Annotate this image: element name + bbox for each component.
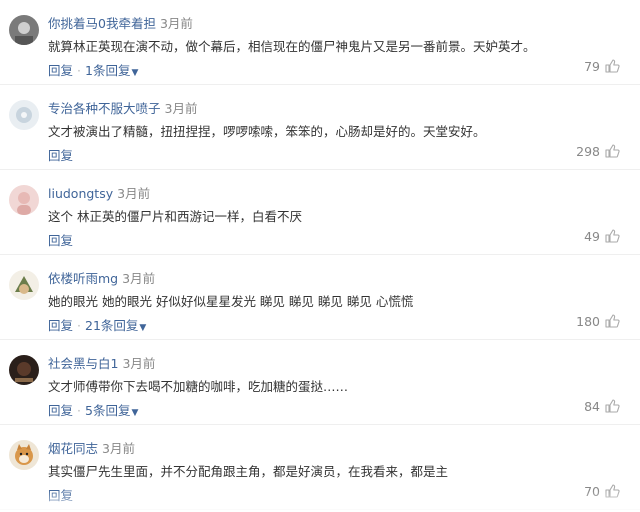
thumbs-up-icon	[605, 484, 620, 498]
comment-meta: 依楼听雨mg 3月前	[48, 268, 155, 287]
gray-thumbnail-avatar	[9, 15, 39, 45]
reply-button[interactable]: 回复	[48, 318, 73, 333]
comment-item: 烟花同志 3月前其实僵尸先生里面，并不分配角跟主角，都是好演员，在我看来，都是主回…	[0, 425, 640, 510]
comment-text: 其实僵尸先生里面，并不分配角跟主角，都是好演员，在我看来，都是主	[48, 464, 449, 479]
comment-item: 依楼听雨mg 3月前她的眼光 她的眼光 好似好似星星发光 睇见 睇见 睇见 睇见 …	[0, 255, 640, 340]
username-link[interactable]: liudongtsy	[48, 186, 113, 201]
view-replies-link[interactable]: 21条回复▼	[85, 318, 146, 333]
comment-time: 3月前	[159, 16, 193, 31]
comment-actions: 回复 · 5条回复▼	[48, 400, 138, 419]
comment-item: liudongtsy 3月前这个 林正英的僵尸片和西游记一样，白看不厌 回复 49	[0, 170, 640, 255]
like-count: 180	[576, 313, 600, 329]
thumbs-up-icon	[605, 229, 620, 243]
avatar[interactable]	[9, 440, 39, 470]
comment-actions: 回复	[48, 485, 73, 504]
like-count: 70	[584, 483, 600, 499]
comment-time: 3月前	[117, 186, 151, 201]
avatar[interactable]	[9, 15, 39, 45]
reply-button[interactable]: 回复	[48, 403, 73, 418]
reply-button[interactable]: 回复	[48, 233, 73, 248]
comment-actions: 回复 · 21条回复▼	[48, 315, 146, 334]
like-button[interactable]: 49	[584, 228, 620, 244]
reply-count-label: 21条回复	[85, 318, 139, 333]
reply-count-label: 1条回复	[85, 63, 131, 78]
comment-meta: 你挑着马0我牵着担 3月前	[48, 13, 193, 32]
like-count: 49	[584, 228, 600, 244]
comment-meta: 烟花同志 3月前	[48, 438, 135, 457]
action-separator: ·	[77, 63, 81, 78]
view-replies-link[interactable]: 5条回复▼	[85, 403, 138, 418]
avatar[interactable]	[9, 185, 39, 215]
comment-time: 3月前	[164, 101, 198, 116]
character-avatar	[9, 270, 39, 300]
action-separator: ·	[77, 403, 81, 418]
comment-text: 她的眼光 她的眼光 好似好似星星发光 睇见 睇见 睇见 睇见 心慌慌	[48, 294, 414, 309]
username-link[interactable]: 专治各种不服大喷子	[48, 101, 161, 116]
view-replies-link[interactable]: 1条回复▼	[85, 63, 138, 78]
action-separator: ·	[77, 318, 81, 333]
reply-button[interactable]: 回复	[48, 488, 73, 503]
avatar[interactable]	[9, 100, 39, 130]
like-count: 79	[584, 58, 600, 74]
comment-actions: 回复	[48, 230, 73, 249]
like-button[interactable]: 180	[576, 313, 620, 329]
like-button[interactable]: 84	[584, 398, 620, 414]
comment-meta: liudongtsy 3月前	[48, 183, 150, 202]
dark-avatar	[9, 355, 39, 385]
like-button[interactable]: 79	[584, 58, 620, 74]
like-count: 298	[576, 143, 600, 159]
like-button[interactable]: 70	[584, 483, 620, 499]
reply-button[interactable]: 回复	[48, 63, 73, 78]
comment-text: 就算林正英现在演不动，做个幕后，相信现在的僵尸神鬼片又是另一番前景。天妒英才。	[48, 39, 536, 54]
reply-button[interactable]: 回复	[48, 148, 73, 163]
thumbs-up-icon	[605, 314, 620, 328]
comment-actions: 回复 · 1条回复▼	[48, 60, 138, 79]
shiba-dog-avatar	[9, 440, 39, 470]
username-link[interactable]: 你挑着马0我牵着担	[48, 16, 156, 31]
comment-item: 你挑着马0我牵着担 3月前就算林正英现在演不动，做个幕后，相信现在的僵尸神鬼片又是…	[0, 0, 640, 85]
comment-item: 专治各种不服大喷子 3月前文才被演出了精髓，扭扭捏捏，啰啰嗦嗦，笨笨的，心肠却是好…	[0, 85, 640, 170]
username-link[interactable]: 社会黑与白1	[48, 356, 118, 371]
light-flower-avatar	[9, 100, 39, 130]
comment-text: 这个 林正英的僵尸片和西游记一样，白看不厌	[48, 209, 302, 224]
comment-time: 3月前	[122, 356, 156, 371]
comment-actions: 回复	[48, 145, 73, 164]
avatar[interactable]	[9, 270, 39, 300]
comment-item: 社会黑与白1 3月前文才师傅带你下去喝不加糖的咖啡，吃加糖的蛋挞…… 回复 · 5条回复…	[0, 340, 640, 425]
chevron-down-icon: ▼	[131, 408, 139, 418]
chevron-down-icon: ▼	[139, 323, 147, 333]
comment-meta: 社会黑与白1 3月前	[48, 353, 155, 372]
comment-text: 文才被演出了精髓，扭扭捏捏，啰啰嗦嗦，笨笨的，心肠却是好的。天堂安好。	[48, 124, 486, 139]
pink-avatar	[9, 185, 39, 215]
like-count: 84	[584, 398, 600, 414]
username-link[interactable]: 依楼听雨mg	[48, 271, 118, 286]
comment-time: 3月前	[102, 441, 135, 456]
like-button[interactable]: 298	[576, 143, 620, 159]
comment-text: 文才师傅带你下去喝不加糖的咖啡，吃加糖的蛋挞……	[48, 379, 349, 394]
thumbs-up-icon	[605, 144, 620, 158]
reply-count-label: 5条回复	[85, 403, 131, 418]
thumbs-up-icon	[605, 399, 620, 413]
username-link[interactable]: 烟花同志	[48, 441, 98, 456]
thumbs-up-icon	[605, 59, 620, 73]
chevron-down-icon: ▼	[131, 68, 139, 78]
avatar[interactable]	[9, 355, 39, 385]
comment-meta: 专治各种不服大喷子 3月前	[48, 98, 197, 117]
comment-time: 3月前	[122, 271, 156, 286]
